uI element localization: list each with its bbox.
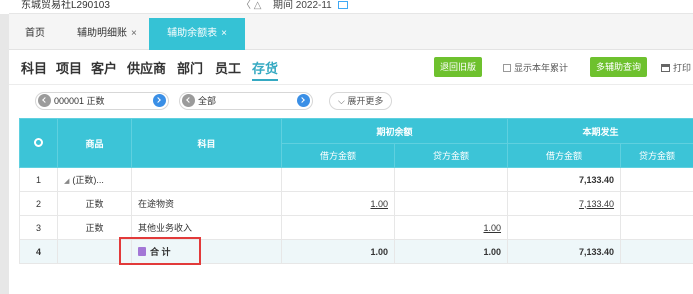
print-button[interactable]: 打印	[661, 61, 691, 74]
nav-controls[interactable]: 〈 △	[241, 0, 261, 11]
goods-cell: 正数	[57, 191, 132, 216]
column-header-subject: 科目	[131, 118, 282, 168]
column-header-opening-credit: 贷方金额	[393, 143, 509, 168]
back-to-old-button[interactable]: 退回旧版	[434, 57, 483, 77]
left-scrollbar[interactable]	[0, 14, 9, 294]
column-header-current-debit: 借方金额	[507, 143, 622, 168]
chevron-right-icon[interactable]	[297, 94, 310, 107]
table-row[interactable]: 2 正数 在途物资 1.00 7,133.40	[19, 191, 693, 216]
category-toolbar: 科目 项目 客户 供应商 部门 员工 存货 退回旧版 显示本年累计 多辅助查询 …	[9, 50, 693, 84]
collapse-triangle-icon[interactable]: ◢	[64, 177, 69, 185]
current-credit-cell	[620, 191, 693, 216]
current-credit-total	[620, 239, 693, 264]
chevron-right-icon[interactable]	[153, 94, 166, 107]
column-header-current-credit: 贷方金额	[620, 143, 693, 168]
close-icon[interactable]: ×	[221, 28, 227, 39]
settings-column-header[interactable]	[19, 118, 58, 168]
scope-selector-value: 全部	[198, 96, 217, 106]
goods-cell[interactable]: ◢ (正数)...	[57, 167, 132, 192]
company-name: 东城贸易社L290103	[21, 0, 110, 11]
current-debit-cell	[507, 215, 622, 240]
app-window: 东城贸易社L290103 〈 △ 期间 2022-11 首页 辅助明细账 × 辅助…	[0, 0, 693, 294]
account-selector-value: 000001 正数	[54, 96, 105, 106]
category-customer[interactable]: 客户	[91, 58, 117, 77]
divider	[9, 84, 693, 85]
expand-more-button[interactable]: ⌵ 展开更多	[329, 92, 393, 110]
scope-selector[interactable]: 全部	[179, 92, 313, 110]
opening-debit-cell	[281, 167, 395, 192]
current-debit-cell[interactable]: 7,133.40	[507, 191, 622, 216]
printer-icon	[661, 64, 670, 72]
category-inventory[interactable]: 存货	[252, 58, 279, 81]
chevron-down-icon: ⌵	[338, 96, 345, 106]
opening-debit-cell	[281, 215, 395, 240]
table-row[interactable]: 3 正数 其他业务收入 1.00	[19, 215, 693, 240]
subject-cell: 其他业务收入	[131, 215, 282, 240]
checkbox[interactable]	[503, 64, 511, 72]
show-year-total-toggle[interactable]: 显示本年累计	[503, 61, 568, 74]
current-credit-cell	[620, 167, 693, 192]
current-credit-cell	[620, 215, 693, 240]
highlight-annotation-box	[119, 237, 201, 265]
close-icon[interactable]: ×	[131, 28, 137, 39]
row-number: 1	[19, 167, 58, 192]
tab-bar: 首页 辅助明细账 × 辅助余额表 ×	[9, 14, 693, 50]
opening-debit-total: 1.00	[281, 239, 395, 264]
calendar-icon[interactable]	[337, 1, 348, 10]
top-header: 东城贸易社L290103 〈 △ 期间 2022-11	[9, 0, 693, 14]
category-employee[interactable]: 员工	[215, 58, 241, 77]
opening-credit-total: 1.00	[393, 239, 509, 264]
opening-credit-cell	[393, 167, 509, 192]
opening-debit-cell[interactable]: 1.00	[281, 191, 395, 216]
filter-bar: 000001 正数 全部 ⌵ 展开更多	[9, 88, 693, 114]
column-header-current-period: 本期发生	[507, 118, 693, 144]
subject-cell	[131, 167, 282, 192]
subject-cell: 在途物资	[131, 191, 282, 216]
period-label: 期间	[273, 0, 293, 11]
opening-credit-cell	[393, 191, 509, 216]
gear-icon[interactable]	[34, 137, 43, 147]
tab-home[interactable]: 首页	[25, 18, 45, 50]
row-number: 2	[19, 191, 58, 216]
opening-credit-cell[interactable]: 1.00	[393, 215, 509, 240]
chevron-left-icon[interactable]	[38, 94, 51, 107]
column-header-opening-debit: 借方金额	[281, 143, 395, 168]
tab-aux-detail-label: 辅助明细账	[77, 28, 127, 39]
category-subject[interactable]: 科目	[21, 58, 47, 77]
multi-aux-query-button[interactable]: 多辅助查询	[590, 57, 648, 77]
account-selector[interactable]: 000001 正数	[35, 92, 169, 110]
row-number: 3	[19, 215, 58, 240]
expand-more-label: 展开更多	[347, 96, 384, 106]
tab-aux-balance[interactable]: 辅助余额表 ×	[149, 18, 245, 50]
chevron-left-icon[interactable]	[182, 94, 195, 107]
row-number: 4	[19, 239, 58, 264]
tab-aux-detail[interactable]: 辅助明细账 ×	[77, 18, 137, 50]
period-value: 2022-11	[295, 0, 332, 11]
print-label: 打印	[673, 63, 692, 73]
tab-home-label: 首页	[25, 28, 45, 39]
category-project[interactable]: 项目	[56, 58, 82, 77]
goods-cell: 正数	[57, 215, 132, 240]
column-header-goods: 商品	[57, 118, 132, 168]
category-supplier[interactable]: 供应商	[127, 58, 166, 77]
tab-aux-balance-label: 辅助余额表	[167, 28, 218, 39]
current-debit-total: 7,133.40	[507, 239, 622, 264]
table-row[interactable]: 1 ◢ (正数)... 7,133.40	[19, 167, 693, 192]
current-debit-cell: 7,133.40	[507, 167, 622, 192]
column-header-opening-balance: 期初余额	[280, 118, 509, 144]
period-selector[interactable]: 期间 2022-11	[273, 0, 348, 11]
category-department[interactable]: 部门	[177, 58, 203, 77]
goods-name: (正数)...	[72, 175, 104, 185]
show-year-total-label: 显示本年累计	[514, 63, 569, 73]
